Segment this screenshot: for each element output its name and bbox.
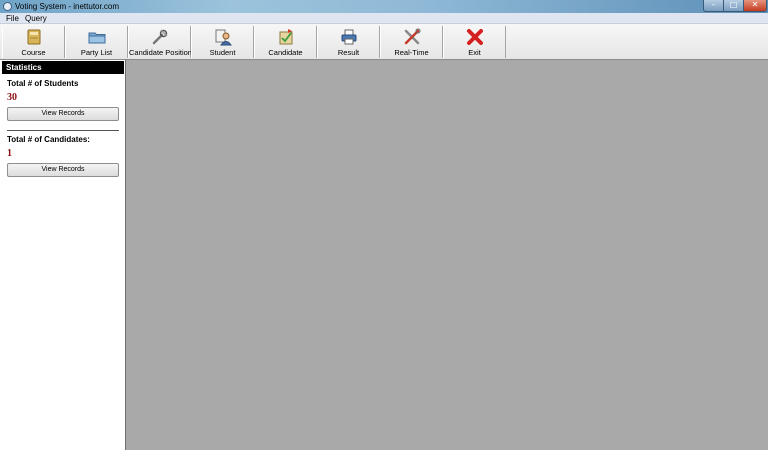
candidates-count: 1 — [7, 148, 12, 159]
printer-icon — [341, 29, 356, 45]
minimize-button[interactable]: – — [703, 0, 724, 12]
exit-icon — [466, 29, 483, 45]
tools-icon — [152, 29, 168, 45]
party-list-button[interactable]: Party List — [65, 26, 128, 58]
exit-button[interactable]: Exit — [443, 26, 506, 58]
course-button[interactable]: Course — [2, 26, 65, 58]
menu-query[interactable]: Query — [25, 14, 47, 23]
result-button[interactable]: Result — [317, 26, 380, 58]
maximize-button[interactable]: □ — [723, 0, 744, 12]
menu-file[interactable]: File — [6, 14, 19, 23]
toolbar: Course Party List Candidate Position Stu… — [0, 24, 768, 60]
main-content-area — [126, 60, 768, 450]
view-candidates-button[interactable]: View Records — [7, 163, 119, 177]
candidate-position-button[interactable]: Candidate Position — [128, 26, 192, 58]
window-title: Voting System - inettutor.com — [15, 2, 120, 11]
title-bar: Voting System - inettutor.com – □ ✕ — [0, 0, 768, 13]
students-label: Total # of Students — [7, 79, 79, 88]
view-students-button[interactable]: View Records — [7, 107, 119, 121]
app-icon — [3, 2, 12, 11]
student-icon — [215, 29, 232, 46]
candidate-button[interactable]: Candidate — [254, 26, 317, 58]
real-time-button[interactable]: Real-Time — [380, 26, 443, 58]
book-icon — [27, 29, 40, 45]
students-count: 30 — [7, 92, 17, 103]
statistics-header: Statistics — [2, 61, 124, 74]
wrench-icon — [404, 28, 420, 45]
close-button[interactable]: ✕ — [743, 0, 767, 12]
statistics-panel: Statistics Total # of Students 30 View R… — [0, 60, 126, 450]
student-button[interactable]: Student — [191, 26, 254, 58]
folder-icon — [88, 32, 105, 44]
menu-bar: File Query — [0, 13, 768, 24]
divider — [7, 130, 119, 131]
candidate-icon — [279, 29, 292, 45]
candidates-label: Total # of Candidates: — [7, 135, 90, 144]
